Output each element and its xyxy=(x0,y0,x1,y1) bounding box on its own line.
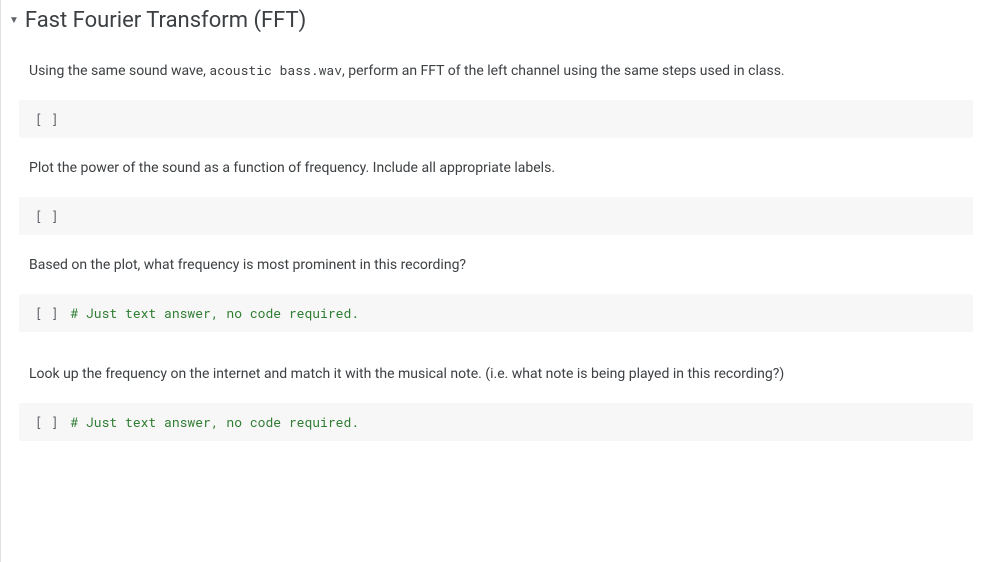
cell-prompt: [ ] xyxy=(35,304,58,322)
text-cell[interactable]: Based on the plot, what frequency is mos… xyxy=(1,245,985,294)
code-cell[interactable]: [ ] xyxy=(19,100,973,138)
section-header: ▼ Fast Fourier Transform (FFT) xyxy=(1,0,985,51)
text-cell[interactable]: Look up the frequency on the internet an… xyxy=(1,354,985,403)
text-fragment: Using the same sound wave, xyxy=(29,63,209,79)
spacer xyxy=(1,342,985,354)
cell-prompt: [ ] xyxy=(35,110,58,128)
code-comment: # Just text answer, no code required. xyxy=(70,413,359,431)
cell-prompt: [ ] xyxy=(35,413,58,431)
code-cell[interactable]: [ ] # Just text answer, no code required… xyxy=(19,403,973,441)
text-cell[interactable]: Plot the power of the sound as a functio… xyxy=(1,148,985,197)
notebook-section: ▼ Fast Fourier Transform (FFT) Using the… xyxy=(0,0,985,562)
inline-code: acoustic bass.wav xyxy=(209,61,342,79)
code-comment: # Just text answer, no code required. xyxy=(70,304,359,322)
collapse-triangle-icon[interactable]: ▼ xyxy=(9,15,19,26)
code-cell[interactable]: [ ] # Just text answer, no code required… xyxy=(19,294,973,332)
text-fragment: , perform an FFT of the left channel usi… xyxy=(342,63,785,79)
code-cell[interactable]: [ ] xyxy=(19,197,973,235)
text-fragment: Look up the frequency on the internet an… xyxy=(29,366,784,382)
text-fragment: Based on the plot, what frequency is mos… xyxy=(29,257,466,273)
cell-prompt: [ ] xyxy=(35,207,58,225)
text-cell[interactable]: Using the same sound wave, acoustic bass… xyxy=(1,51,985,100)
text-fragment: Plot the power of the sound as a functio… xyxy=(29,160,555,176)
section-title: Fast Fourier Transform (FFT) xyxy=(25,8,306,33)
